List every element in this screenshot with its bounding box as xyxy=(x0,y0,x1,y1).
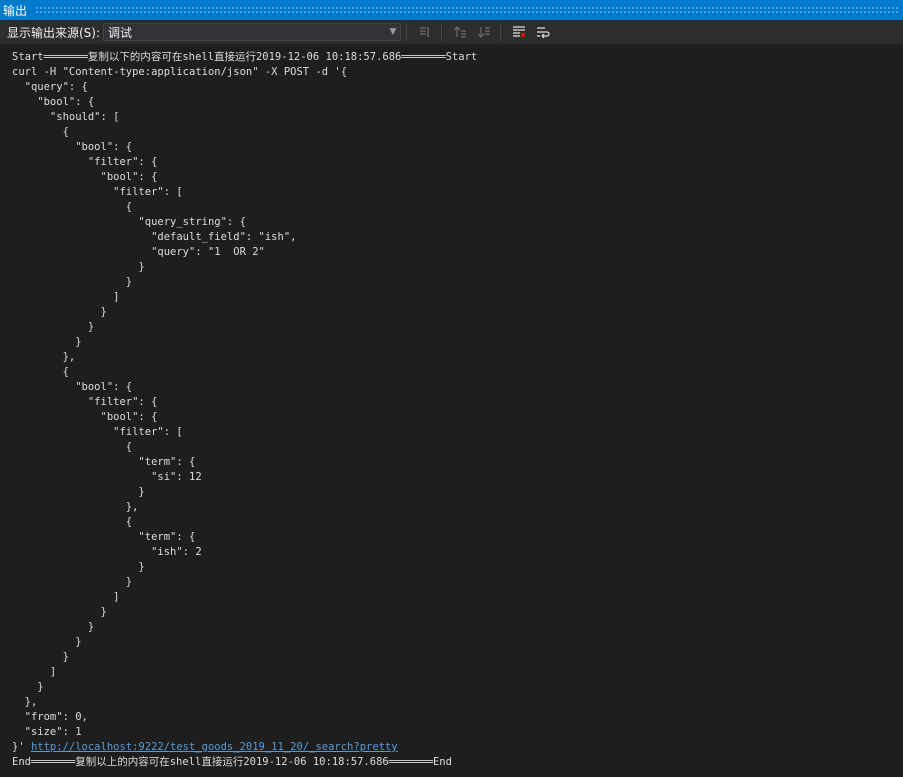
end-line: End═══════复制以上的内容可在shell直接运行2019-12-06 1… xyxy=(12,756,452,768)
output-source-value: 调试 xyxy=(108,25,133,40)
output-pane[interactable]: Start═══════复制以下的内容可在shell直接运行2019-12-06… xyxy=(0,46,903,777)
toolbar-separator xyxy=(406,23,407,41)
next-message-icon[interactable] xyxy=(473,22,495,42)
window-title: 输出 xyxy=(3,3,28,18)
previous-message-icon[interactable] xyxy=(449,22,471,42)
output-source-dropdown[interactable]: 调试 ▼ xyxy=(103,23,401,41)
toolbar-separator xyxy=(500,23,501,41)
toolbar-separator xyxy=(441,23,442,41)
go-to-location-icon[interactable] xyxy=(414,22,436,42)
search-url-link[interactable]: http://localhost:9222/test_goods_2019_11… xyxy=(31,741,398,753)
output-source-label: 显示输出来源(S): xyxy=(7,25,101,40)
output-text: Start═══════复制以下的内容可在shell直接运行2019-12-06… xyxy=(12,51,478,738)
output-window-titlebar[interactable]: 输出 xyxy=(0,0,903,20)
output-toolbar: 显示输出来源(S): 调试 ▼ xyxy=(0,20,903,45)
word-wrap-icon[interactable] xyxy=(532,22,554,42)
link-prefix: }' xyxy=(12,741,31,753)
chevron-down-icon: ▼ xyxy=(389,27,397,37)
clear-all-icon[interactable] xyxy=(508,22,530,42)
drag-grip[interactable] xyxy=(35,6,899,14)
